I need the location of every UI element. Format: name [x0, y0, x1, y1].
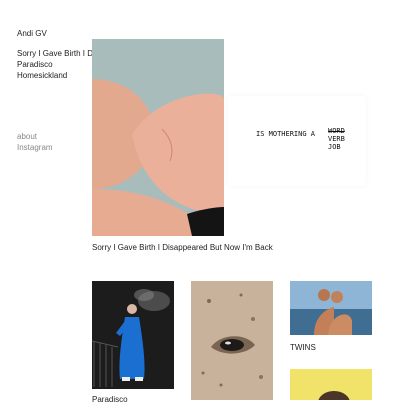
- secondary-links: about Instagram: [17, 131, 53, 153]
- thumbnail-horse-eye[interactable]: [191, 281, 273, 400]
- thumbnail-yellow-portrait[interactable]: [290, 369, 372, 400]
- thumbnail-twins[interactable]: [290, 281, 372, 335]
- featured-caption[interactable]: Sorry I Gave Birth I Disappeared But Now…: [92, 242, 273, 253]
- note-line-1: IS MOTHERING A: [256, 130, 316, 138]
- thumbnail-caption-twins[interactable]: TWINS: [290, 342, 316, 353]
- thumbnail-paradisco[interactable]: [92, 281, 174, 389]
- featured-image-pregnant-belly[interactable]: [92, 39, 224, 236]
- paradisco-photo: [92, 281, 174, 389]
- note-line-2: JOB: [328, 143, 341, 151]
- belly-photo: [92, 39, 224, 236]
- featured-note-card[interactable]: IS MOTHERING A WORD VERB JOB: [228, 96, 366, 186]
- yellow-portrait-photo: [290, 369, 372, 400]
- artist-name[interactable]: Andi GV: [17, 28, 47, 39]
- twins-photo: [290, 281, 372, 335]
- instagram-link[interactable]: Instagram: [17, 142, 53, 153]
- horse-eye-photo: [191, 281, 273, 400]
- about-link[interactable]: about: [17, 131, 53, 142]
